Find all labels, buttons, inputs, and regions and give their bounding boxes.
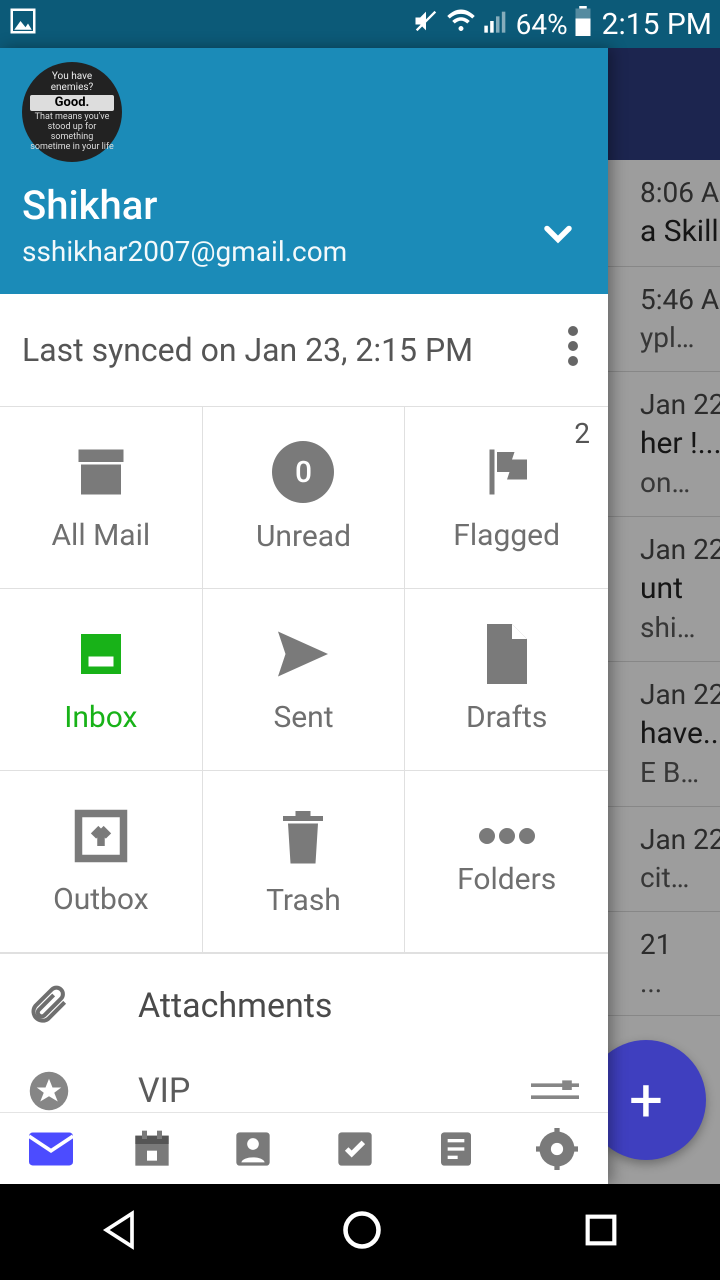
folder-label: Folders bbox=[457, 862, 556, 897]
signal-icon bbox=[482, 7, 510, 42]
folder-folders[interactable]: Folders bbox=[405, 771, 608, 953]
slider-icon[interactable] bbox=[530, 1071, 580, 1111]
nav-home[interactable] bbox=[340, 1208, 384, 1256]
picture-icon bbox=[8, 6, 38, 43]
row-attachments[interactable]: Attachments bbox=[0, 954, 608, 1058]
folder-label: Inbox bbox=[64, 700, 137, 735]
mute-icon bbox=[412, 7, 440, 42]
folder-label: Unread bbox=[256, 519, 351, 554]
folder-outbox[interactable]: Outbox bbox=[0, 771, 203, 953]
inbox-icon bbox=[71, 624, 131, 684]
wifi-icon bbox=[446, 6, 476, 43]
folder-label: Outbox bbox=[53, 882, 149, 917]
trash-icon bbox=[278, 805, 328, 867]
more-horiz-icon bbox=[477, 826, 537, 846]
account-name: Shikhar bbox=[22, 182, 586, 229]
drawer-bottom-tabs bbox=[0, 1112, 608, 1184]
draft-icon bbox=[482, 624, 532, 684]
folder-inbox[interactable]: Inbox bbox=[0, 589, 203, 771]
status-bar: 64% 2:15 PM bbox=[0, 0, 720, 48]
outbox-icon bbox=[71, 806, 131, 866]
row-label: Attachments bbox=[138, 986, 332, 1026]
unread-count-badge: 0 bbox=[272, 441, 334, 503]
folder-flagged[interactable]: 2 Flagged bbox=[405, 407, 608, 589]
navigation-drawer: You have enemies? Good. That means you'v… bbox=[0, 48, 608, 1184]
folder-unread[interactable]: 0 Unread bbox=[203, 407, 406, 589]
tab-tasks[interactable] bbox=[331, 1125, 379, 1173]
account-email: sshikhar2007@gmail.com bbox=[22, 235, 586, 268]
battery-icon bbox=[574, 6, 592, 43]
android-navbar bbox=[0, 1184, 720, 1280]
folder-all-mail[interactable]: All Mail bbox=[0, 407, 203, 589]
avatar[interactable]: You have enemies? Good. That means you'v… bbox=[22, 62, 122, 162]
nav-back[interactable] bbox=[99, 1208, 143, 1256]
tab-mail[interactable] bbox=[27, 1125, 75, 1173]
tab-contacts[interactable] bbox=[229, 1125, 277, 1173]
folder-label: Flagged bbox=[453, 518, 560, 553]
folder-label: Sent bbox=[273, 700, 333, 735]
avatar-text-top: You have enemies? bbox=[30, 71, 114, 93]
flagged-count: 2 bbox=[574, 417, 590, 450]
drawer-header[interactable]: You have enemies? Good. That means you'v… bbox=[0, 48, 608, 294]
archive-icon bbox=[71, 442, 131, 502]
status-time: 2:15 PM bbox=[602, 7, 712, 42]
tab-settings[interactable] bbox=[533, 1125, 581, 1173]
screen: 64% 2:15 PM 8:06 AM a Skill 5:46 AM ypla… bbox=[0, 0, 720, 1280]
more-vert-icon[interactable] bbox=[560, 318, 586, 382]
send-icon bbox=[273, 624, 333, 684]
nav-recent[interactable] bbox=[581, 1210, 621, 1254]
plus-icon: + bbox=[629, 1065, 663, 1136]
unread-count: 0 bbox=[295, 455, 312, 490]
chevron-down-icon[interactable] bbox=[536, 212, 580, 260]
sync-text: Last synced on Jan 23, 2:15 PM bbox=[22, 331, 473, 369]
row-vip[interactable]: VIP bbox=[0, 1058, 608, 1112]
folder-sent[interactable]: Sent bbox=[203, 589, 406, 771]
row-label: VIP bbox=[138, 1071, 190, 1111]
star-circle-icon bbox=[28, 1070, 108, 1112]
tab-calendar[interactable] bbox=[128, 1125, 176, 1173]
folder-label: All Mail bbox=[51, 518, 150, 553]
avatar-text-bot: That means you've stood up for something… bbox=[30, 113, 114, 153]
folder-drafts[interactable]: Drafts bbox=[405, 589, 608, 771]
attachment-icon bbox=[28, 984, 108, 1028]
folder-trash[interactable]: Trash bbox=[203, 771, 406, 953]
tab-notes[interactable] bbox=[432, 1125, 480, 1173]
folder-label: Trash bbox=[266, 883, 341, 918]
sync-row: Last synced on Jan 23, 2:15 PM bbox=[0, 294, 608, 407]
flag-icon bbox=[477, 442, 537, 502]
status-left bbox=[8, 6, 38, 43]
folder-grid: All Mail 0 Unread 2 Flagged Inbox bbox=[0, 407, 608, 954]
folder-label: Drafts bbox=[466, 700, 547, 735]
status-right: 64% 2:15 PM bbox=[412, 6, 712, 43]
battery-pct: 64% bbox=[516, 8, 568, 41]
avatar-text-mid: Good. bbox=[30, 95, 114, 111]
